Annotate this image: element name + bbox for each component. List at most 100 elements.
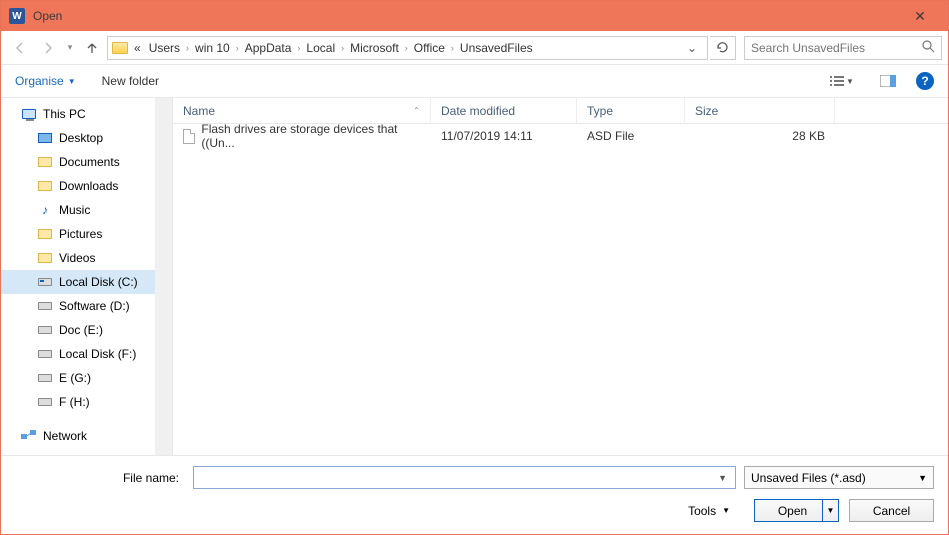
- file-icon: [183, 129, 195, 144]
- drive-icon: [37, 371, 53, 385]
- breadcrumb-item[interactable]: win 10: [193, 41, 232, 55]
- cancel-button[interactable]: Cancel: [849, 499, 934, 522]
- column-headers: Name ⌃ Date modified Type Size: [173, 98, 948, 124]
- open-dialog: W Open ✕ ▾ « Users› win 10› AppData› Loc…: [0, 0, 949, 535]
- refresh-icon: [716, 41, 729, 54]
- arrow-left-icon: [13, 41, 27, 55]
- folder-icon: [37, 155, 53, 169]
- folder-icon: [37, 251, 53, 265]
- pc-icon: [21, 107, 37, 121]
- open-split-dropdown[interactable]: ▼: [822, 500, 838, 521]
- chevron-down-icon: ▼: [722, 506, 730, 515]
- desktop-icon: [37, 131, 53, 145]
- tree-item-e-g-[interactable]: E (G:): [1, 366, 155, 390]
- folder-icon: [37, 227, 53, 241]
- preview-pane-button[interactable]: [870, 70, 906, 92]
- filter-label: Unsaved Files (*.asd): [751, 471, 866, 485]
- titlebar: W Open ✕: [1, 1, 948, 31]
- tree-item-doc-e-[interactable]: Doc (E:): [1, 318, 155, 342]
- chevron-down-icon[interactable]: ▼: [714, 473, 731, 483]
- folder-icon: [112, 42, 128, 54]
- tree-label: E (G:): [59, 371, 91, 385]
- tree-item-videos[interactable]: Videos: [1, 246, 155, 270]
- drive-icon: [37, 299, 53, 313]
- tree-label: Videos: [59, 251, 95, 265]
- close-button[interactable]: ✕: [900, 1, 940, 31]
- preview-icon: [880, 75, 896, 87]
- tools-label: Tools: [688, 504, 716, 518]
- tree-this-pc[interactable]: This PC: [1, 102, 155, 126]
- chevron-down-icon: ▼: [918, 473, 927, 483]
- file-list: Name ⌃ Date modified Type Size Flash dri…: [173, 98, 948, 455]
- address-bar[interactable]: « Users› win 10› AppData› Local› Microso…: [107, 36, 708, 60]
- tree-label: Downloads: [59, 179, 118, 193]
- tree-item-desktop[interactable]: Desktop: [1, 126, 155, 150]
- column-date[interactable]: Date modified: [431, 98, 577, 123]
- filename-label: File name:: [15, 471, 185, 485]
- tree-item-f-h-[interactable]: F (H:): [1, 390, 155, 414]
- organise-button[interactable]: Organise ▼: [15, 74, 76, 88]
- up-button[interactable]: [79, 35, 105, 61]
- recent-dropdown[interactable]: ▾: [63, 35, 77, 61]
- tree-item-local-disk-f-[interactable]: Local Disk (F:): [1, 342, 155, 366]
- forward-button[interactable]: [35, 35, 61, 61]
- file-type: ASD File: [577, 129, 685, 143]
- file-row[interactable]: Flash drives are storage devices that ((…: [173, 124, 948, 148]
- navbar: ▾ « Users› win 10› AppData› Local› Micro…: [1, 31, 948, 65]
- back-button[interactable]: [7, 35, 33, 61]
- column-type[interactable]: Type: [577, 98, 685, 123]
- filename-input[interactable]: [198, 471, 714, 485]
- footer: File name: ▼ Unsaved Files (*.asd) ▼ Too…: [1, 455, 948, 534]
- column-size[interactable]: Size: [685, 98, 835, 123]
- tree-network[interactable]: Network: [1, 424, 155, 448]
- music-icon: ♪: [37, 203, 53, 217]
- header-label: Name: [183, 104, 215, 118]
- tree-item-documents[interactable]: Documents: [1, 150, 155, 174]
- scrollbar-thumb[interactable]: [157, 100, 170, 156]
- tree-label: Local Disk (C:): [59, 275, 138, 289]
- drive-icon: [37, 347, 53, 361]
- tree-label: Network: [43, 429, 87, 443]
- tree-item-music[interactable]: ♪Music: [1, 198, 155, 222]
- help-button[interactable]: ?: [916, 72, 934, 90]
- toolbar: Organise ▼ New folder ▼ ?: [1, 65, 948, 97]
- filename-combo[interactable]: ▼: [193, 466, 736, 489]
- breadcrumb-item[interactable]: AppData: [243, 41, 294, 55]
- address-dropdown[interactable]: ⌄: [681, 41, 703, 55]
- new-folder-button[interactable]: New folder: [102, 74, 159, 88]
- breadcrumb-item[interactable]: Users: [147, 41, 182, 55]
- drive-c-icon: [37, 275, 53, 289]
- breadcrumb-item[interactable]: Microsoft: [348, 41, 401, 55]
- breadcrumb-item[interactable]: Office: [412, 41, 447, 55]
- sidebar: This PC Desktop Documents Downloads ♪Music P…: [1, 98, 173, 455]
- file-date: 11/07/2019 14:11: [431, 129, 577, 143]
- folder-icon: [37, 179, 53, 193]
- tree-item-pictures[interactable]: Pictures: [1, 222, 155, 246]
- file-type-filter[interactable]: Unsaved Files (*.asd) ▼: [744, 466, 934, 489]
- chevron-down-icon: ▼: [68, 77, 76, 86]
- tree-label: Desktop: [59, 131, 103, 145]
- body: This PC Desktop Documents Downloads ♪Music P…: [1, 97, 948, 455]
- tree-item-software-d-[interactable]: Software (D:): [1, 294, 155, 318]
- search-input[interactable]: [751, 41, 922, 55]
- network-icon: [21, 429, 37, 443]
- organise-label: Organise: [15, 74, 64, 88]
- open-button[interactable]: Open ▼: [754, 499, 839, 522]
- tree-label: This PC: [43, 107, 86, 121]
- tools-button[interactable]: Tools ▼: [688, 504, 730, 518]
- breadcrumb-item[interactable]: UnsavedFiles: [458, 41, 535, 55]
- tree-item-downloads[interactable]: Downloads: [1, 174, 155, 198]
- tree-item-local-disk-c-[interactable]: Local Disk (C:): [1, 270, 155, 294]
- tree-label: Pictures: [59, 227, 102, 241]
- word-app-icon: W: [9, 8, 25, 24]
- breadcrumb-item[interactable]: Local: [304, 41, 337, 55]
- search-box[interactable]: [744, 36, 942, 60]
- view-options-button[interactable]: ▼: [824, 70, 860, 92]
- column-name[interactable]: Name ⌃: [173, 98, 431, 123]
- search-icon: [922, 40, 935, 56]
- file-size: 28 KB: [685, 129, 835, 143]
- breadcrumb-overflow[interactable]: «: [132, 41, 143, 55]
- tree-label: F (H:): [59, 395, 90, 409]
- refresh-button[interactable]: [710, 36, 736, 60]
- chevron-down-icon: ▼: [846, 77, 854, 86]
